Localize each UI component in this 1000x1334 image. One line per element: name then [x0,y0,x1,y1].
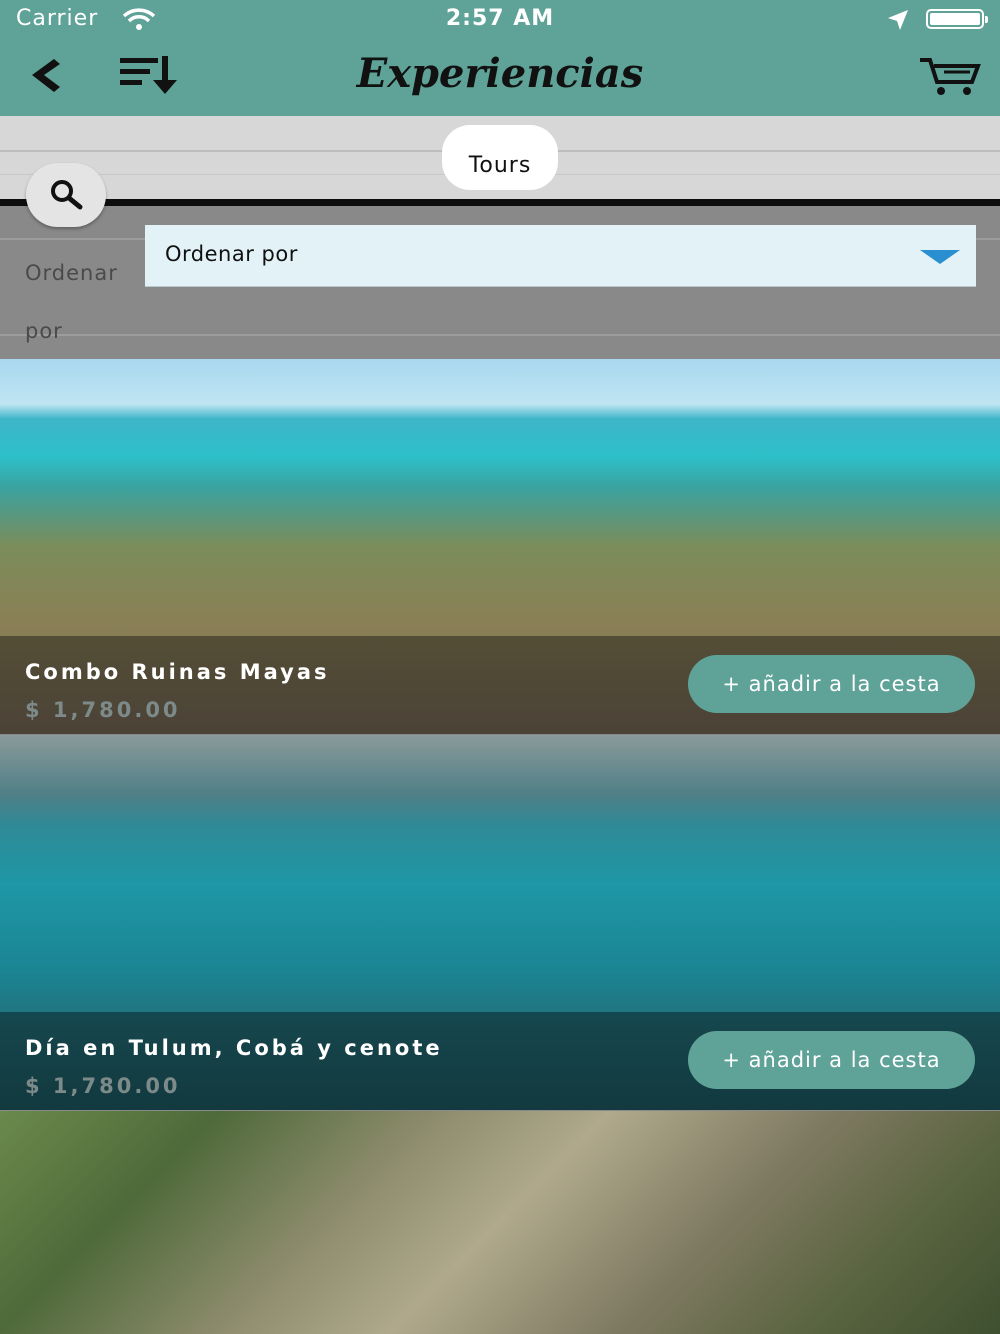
location-arrow-icon [886,8,910,36]
search-button[interactable] [26,163,106,227]
experience-card[interactable]: Día en Tulum, Cobá y cenote $ 1,780.00 +… [0,735,1000,1110]
cart-button[interactable] [918,56,982,98]
battery-icon [926,9,988,29]
search-icon [51,180,83,210]
experience-name: Combo Ruinas Mayas [25,660,330,684]
shopping-cart-icon [920,58,981,95]
app-header: Carrier 2:57 AM Experiencias [0,0,1000,116]
status-time: 2:57 AM [445,6,555,31]
experience-name: Día en Tulum, Cobá y cenote [25,1036,443,1060]
experience-card[interactable]: Combo Ruinas Mayas $ 1,780.00 + añadir a… [0,359,1000,734]
experience-price: $ 1,780.00 [25,698,181,722]
experience-card-image[interactable] [0,1111,1000,1334]
status-bar: Carrier 2:57 AM [0,0,1000,38]
sort-dropdown[interactable]: Ordenar por [145,225,976,287]
add-to-cart-button[interactable]: + añadir a la cesta [688,655,975,713]
page-title: Experiencias [356,50,644,97]
experience-price: $ 1,780.00 [25,1074,181,1098]
divider [0,334,1000,336]
tab-divider [0,199,1000,206]
tab-tours[interactable]: Tours [442,125,558,190]
sort-dropdown-value: Ordenar por [165,242,298,266]
sort-label: Ordenar por [25,261,118,343]
add-to-cart-button[interactable]: + añadir a la cesta [688,1031,975,1089]
chevron-down-icon [920,250,960,264]
